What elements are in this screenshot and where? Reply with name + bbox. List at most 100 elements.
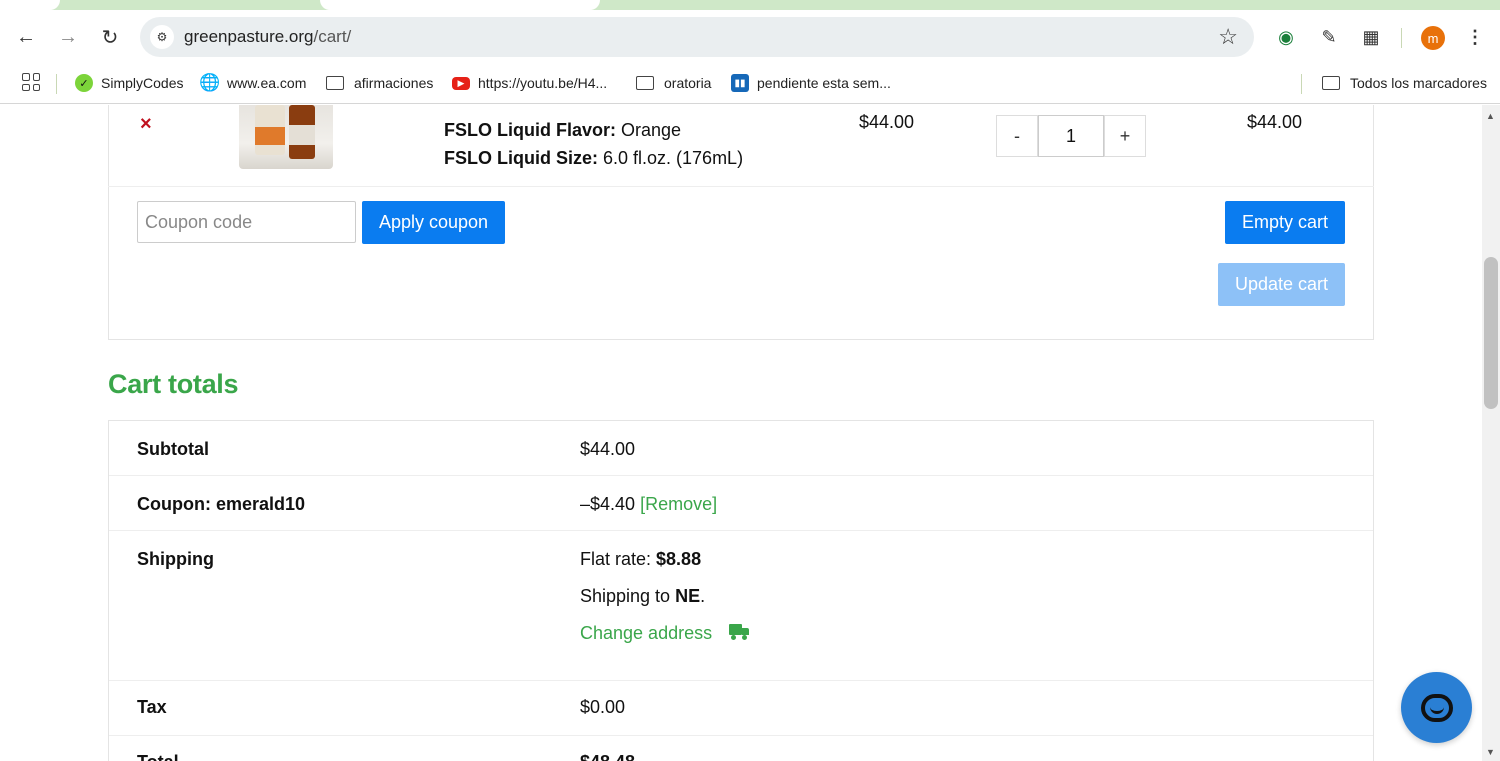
bookmarks-bar: ✓ SimplyCodes 🌐 www.ea.com afirmaciones … (0, 64, 1500, 104)
coupon-label: Coupon: emerald10 (137, 494, 306, 514)
address-bar[interactable]: ⚙ greenpasture.org/cart/ ☆ (140, 17, 1254, 57)
shipping-destination: Shipping to NE. (580, 586, 705, 607)
item-flavor: FSLO Liquid Flavor: Orange (444, 120, 681, 141)
bookmark-label: pendiente esta sem... (757, 75, 891, 91)
flat-rate-label: Flat rate: (580, 549, 657, 569)
product-bottle (255, 105, 285, 155)
remove-coupon-link[interactable]: [Remove] (640, 494, 717, 514)
globe-icon: 🌐 (199, 73, 221, 92)
scroll-down-arrow-icon[interactable]: ▼ (1486, 747, 1495, 757)
bookmark-label: https://youtu.be/H4... (478, 75, 608, 91)
remove-item-button[interactable]: × (140, 113, 152, 136)
trello-icon: ▮▮ (731, 74, 749, 92)
profile-avatar[interactable]: m (1421, 26, 1445, 50)
tax-value: $0.00 (580, 697, 626, 717)
back-arrow-icon[interactable]: ← (13, 24, 39, 50)
row-divider (108, 186, 1374, 187)
chat-widget-button[interactable] (1401, 672, 1472, 743)
flavor-value: Orange (616, 120, 682, 140)
scrollbar-thumb[interactable] (1484, 257, 1498, 409)
product-bottle (289, 105, 315, 159)
flavor-label: FSLO Liquid Flavor: (444, 120, 616, 140)
chat-icon (1420, 693, 1453, 722)
shipping-to-value: NE (675, 586, 701, 606)
coupon-discount: –$4.40 (580, 494, 636, 514)
tab-active[interactable] (320, 0, 600, 10)
size-label: FSLO Liquid Size: (444, 148, 598, 168)
coupon-value: –$4.40 [Remove] (580, 494, 717, 515)
update-cart-button[interactable]: Update cart (1218, 263, 1345, 306)
bookmark-youtube[interactable]: ▶ https://youtu.be/H4... (452, 72, 607, 94)
change-address-label: Change address (580, 623, 713, 643)
flat-rate: Flat rate: $8.88 (580, 549, 701, 570)
quantity-decrease-button[interactable]: - (996, 115, 1038, 157)
simplycodes-icon: ✓ (75, 74, 93, 92)
bookmarks-separator (1301, 74, 1302, 94)
url-host: greenpasture.org (184, 27, 314, 46)
folder-icon (1322, 76, 1340, 90)
coupon-row: Coupon: emerald10 –$4.40 [Remove] (109, 476, 1373, 531)
tab-strip (0, 0, 1500, 10)
folder-icon (326, 76, 344, 90)
cart-totals-table: Subtotal $44.00 Coupon: emerald10 –$4.40… (108, 420, 1374, 761)
bookmark-pendiente[interactable]: ▮▮ pendiente esta sem... (731, 72, 891, 94)
shipping-label: Shipping (137, 549, 214, 569)
product-thumbnail[interactable] (239, 105, 333, 169)
reload-icon[interactable]: ↻ (97, 24, 123, 50)
bookmark-label: www.ea.com (227, 75, 307, 91)
bookmark-label: SimplyCodes (101, 75, 184, 91)
extension-green-icon[interactable]: ◉ (1273, 24, 1299, 50)
empty-cart-button[interactable]: Empty cart (1225, 201, 1345, 244)
total-row: Total $48.48 (109, 736, 1373, 761)
shipping-to-suffix: . (700, 586, 706, 606)
shipping-row: Shipping Flat rate: $8.88 Shipping to NE… (109, 531, 1373, 681)
bookmark-label: afirmaciones (354, 75, 434, 91)
forward-arrow-icon[interactable]: → (55, 24, 81, 50)
truck-icon (729, 624, 750, 640)
bookmark-ea[interactable]: 🌐 www.ea.com (199, 72, 307, 94)
folder-icon (636, 76, 654, 90)
quantity-input[interactable]: 1 (1038, 115, 1104, 157)
toolbar-separator (1401, 28, 1402, 48)
quantity-stepper: - 1 + (996, 115, 1146, 157)
item-price: $44.00 (859, 112, 915, 132)
page-scrollbar[interactable]: ▲ ▼ (1482, 105, 1500, 761)
menu-kebab-icon[interactable]: ⋮ (1462, 24, 1488, 50)
subtotal-row: Subtotal $44.00 (109, 421, 1373, 476)
scroll-up-arrow-icon[interactable]: ▲ (1486, 111, 1495, 121)
total-label: Total (137, 752, 179, 761)
size-value: 6.0 fl.oz. (176mL) (598, 148, 744, 168)
total-value: $48.48 (580, 752, 635, 761)
cart-totals-title: Cart totals (108, 369, 239, 399)
bookmark-star-icon[interactable]: ☆ (1218, 24, 1238, 50)
quantity-increase-button[interactable]: + (1104, 115, 1146, 157)
shipping-to-prefix: Shipping to (580, 586, 676, 606)
apps-grid-icon[interactable] (22, 73, 40, 91)
bookmark-label: oratoria (664, 75, 712, 91)
all-bookmarks-folder[interactable]: Todos los marcadores (1322, 72, 1487, 94)
bookmark-oratoria[interactable]: oratoria (636, 72, 711, 94)
subtotal-label: Subtotal (137, 439, 209, 459)
bookmark-afirmaciones[interactable]: afirmaciones (326, 72, 433, 94)
tab-previous[interactable] (0, 0, 60, 10)
tax-row: Tax $0.00 (109, 681, 1373, 736)
bookmark-simplycodes[interactable]: ✓ SimplyCodes (75, 72, 183, 94)
bookmarks-separator (56, 74, 57, 94)
item-subtotal: $44.00 (1247, 112, 1303, 132)
change-address-link[interactable]: Change address (580, 623, 750, 644)
flat-rate-value: $8.88 (656, 549, 702, 569)
extensions-puzzle-icon[interactable]: ▦ (1358, 24, 1384, 50)
extension-eyedropper-icon[interactable]: ✎ (1316, 24, 1342, 50)
coupon-code-input[interactable]: Coupon code (137, 201, 356, 243)
youtube-icon: ▶ (452, 76, 470, 90)
browser-toolbar: ← → ↻ ⚙ greenpasture.org/cart/ ☆ ◉ ✎ ▦ m… (0, 10, 1500, 64)
avatar-letter: m (1427, 30, 1439, 46)
subtotal-value: $44.00 (580, 439, 636, 459)
address-url[interactable]: greenpasture.org/cart/ (184, 27, 351, 47)
cart-page: × FSLO Liquid Flavor: Orange FSLO Liquid… (0, 105, 1482, 761)
url-path: /cart/ (313, 27, 352, 46)
site-settings-icon[interactable]: ⚙ (150, 25, 174, 49)
apply-coupon-button[interactable]: Apply coupon (362, 201, 505, 244)
item-size: FSLO Liquid Size: 6.0 fl.oz. (176mL) (444, 148, 743, 169)
tax-label: Tax (137, 697, 167, 717)
